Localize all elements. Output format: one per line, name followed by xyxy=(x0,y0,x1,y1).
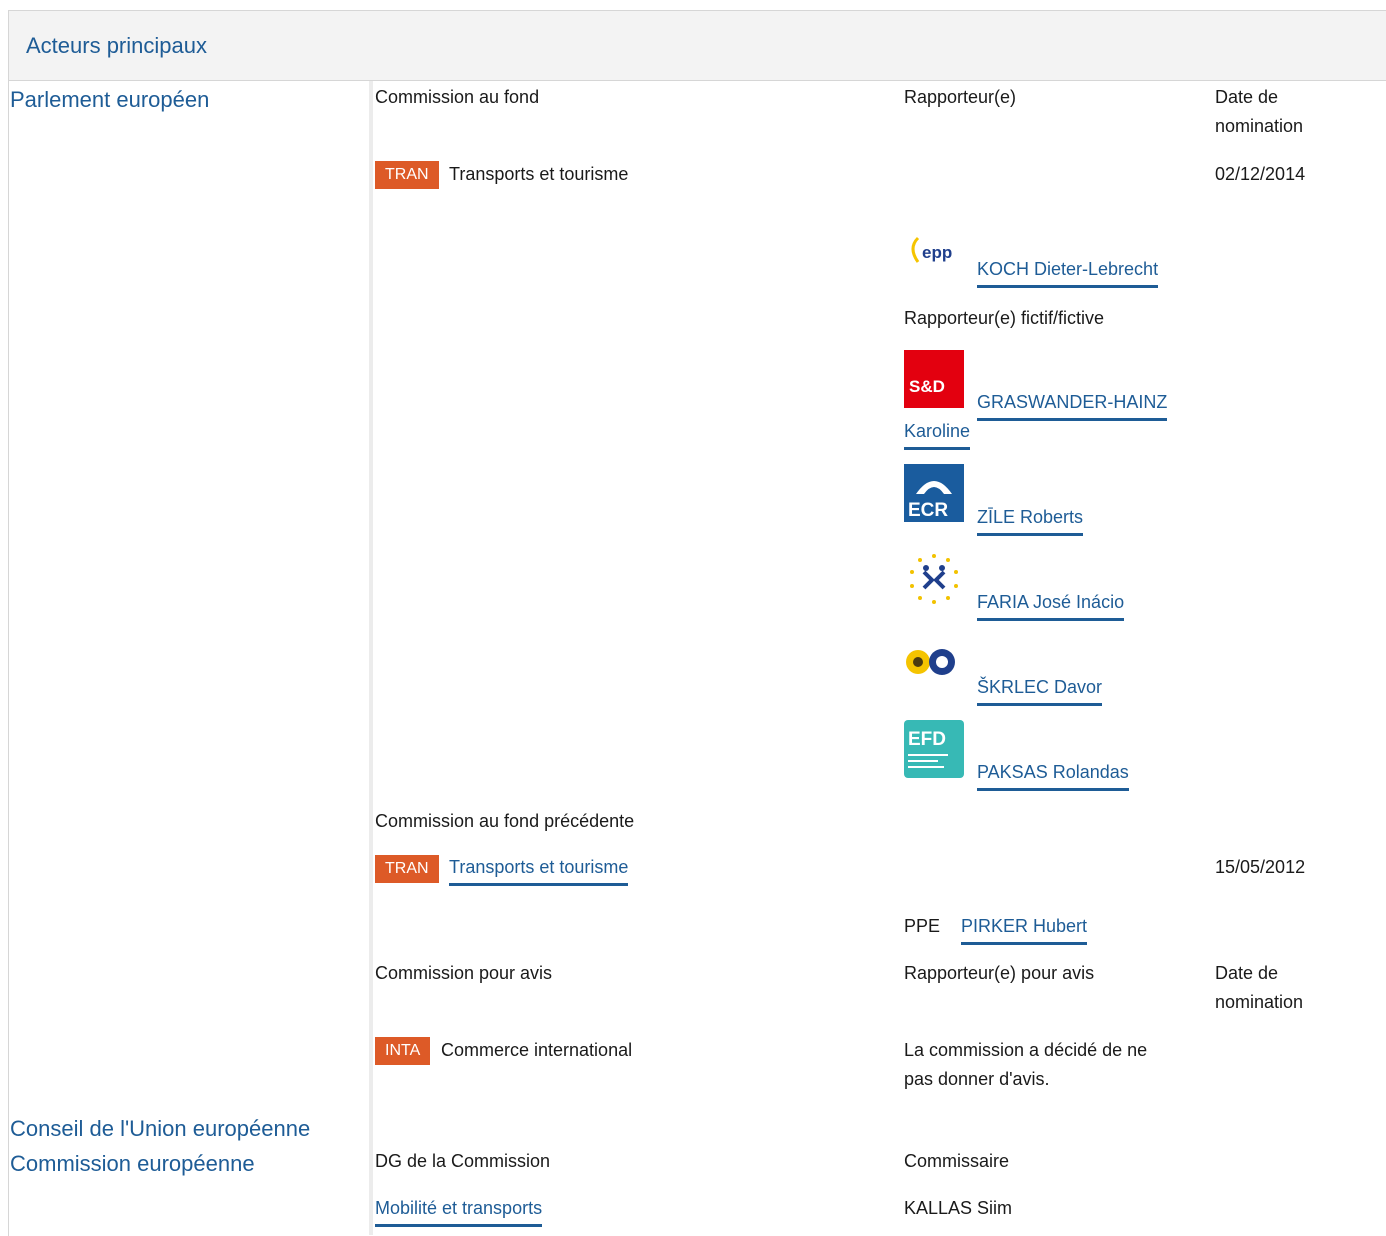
opinion-col-header-committee: Commission pour avis xyxy=(375,963,553,983)
opinion-col-header-date: Date de nomination xyxy=(1215,963,1304,1012)
committee-badge-tran: TRAN xyxy=(375,161,439,189)
shadow-rapporteur-label: Rapporteur(e) fictif/fictive xyxy=(904,308,1105,328)
lead-committee-date: 02/12/2014 xyxy=(1215,164,1306,184)
previous-committee-label: Commission au fond précédente xyxy=(375,811,635,831)
previous-committee-link[interactable]: Transports et tourisme xyxy=(449,853,629,886)
opinion-col-header-rapporteur: Rapporteur(e) pour avis xyxy=(904,963,1095,983)
svg-text:S&D: S&D xyxy=(909,377,945,396)
commissioner-label: Commissaire xyxy=(904,1151,1010,1171)
epp-logo-icon: epp xyxy=(904,218,964,276)
svg-text:epp: epp xyxy=(922,243,952,262)
previous-rapporteur-link-pirker[interactable]: PIRKER Hubert xyxy=(961,912,1088,945)
shadow-link-zile[interactable]: ZĪLE Roberts xyxy=(977,503,1084,536)
shadow-link-paksas[interactable]: PAKSAS Rolandas xyxy=(977,758,1129,791)
svg-text:ECR: ECR xyxy=(908,500,948,521)
opinion-committee-name: Commerce international xyxy=(441,1040,633,1060)
section-commission[interactable]: Commission européenne xyxy=(10,1146,255,1181)
svg-text:EFD: EFD xyxy=(908,729,946,750)
rapporteur-link-koch[interactable]: KOCH Dieter-Lebrecht xyxy=(977,255,1159,288)
ecr-logo-icon: ECR xyxy=(904,464,964,522)
column-divider xyxy=(369,81,373,1235)
col-header-committee: Commission au fond xyxy=(375,87,540,107)
lead-committee-name: Transports et tourisme xyxy=(449,164,629,184)
previous-committee-badge-tran: TRAN xyxy=(375,855,439,883)
col-header-date: Date de nomination xyxy=(1215,87,1304,136)
actors-panel xyxy=(8,10,1386,1236)
panel-header: Acteurs principaux xyxy=(9,11,1386,81)
efd-stars-logo-icon xyxy=(904,550,964,608)
shadow-link-faria[interactable]: FARIA José Inácio xyxy=(977,588,1125,621)
shadow-link-skrlec[interactable]: ŠKRLEC Davor xyxy=(977,673,1103,706)
sd-logo-icon: S&D xyxy=(904,350,964,408)
commission-dg-label: DG de la Commission xyxy=(375,1151,551,1171)
opinion-committee-badge-inta: INTA xyxy=(375,1037,431,1065)
efd-logo-icon: EFD xyxy=(904,720,964,778)
shadow-link-graswander-2[interactable]: Karoline xyxy=(904,417,971,450)
panel-title: Acteurs principaux xyxy=(26,33,207,58)
commissioner-name: KALLAS Siim xyxy=(904,1198,1013,1218)
opinion-committee-note: La commission a décidé de ne pas donner … xyxy=(904,1040,1148,1089)
section-council[interactable]: Conseil de l'Union européenne xyxy=(10,1111,310,1146)
previous-committee-date: 15/05/2012 xyxy=(1215,857,1306,877)
commission-dg-link[interactable]: Mobilité et transports xyxy=(375,1194,543,1227)
col-header-rapporteur: Rapporteur(e) xyxy=(904,87,1017,107)
shadow-link-graswander-1[interactable]: GRASWANDER-HAINZ xyxy=(977,388,1168,421)
section-parliament[interactable]: Parlement européen xyxy=(10,82,209,117)
previous-rapporteur-group: PPE xyxy=(904,916,941,936)
greens-logo-icon xyxy=(904,640,964,680)
